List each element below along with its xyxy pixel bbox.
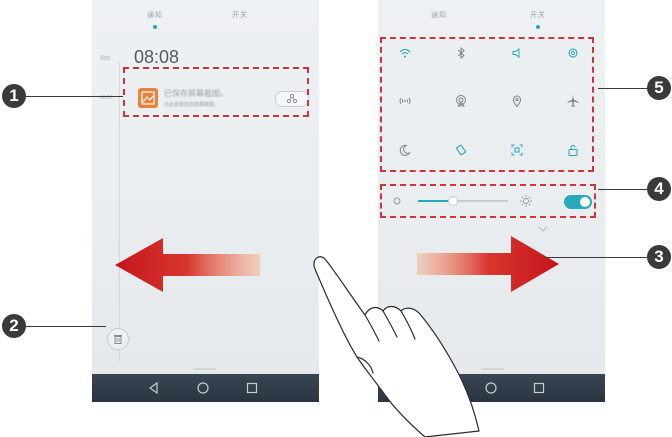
callout-2-line xyxy=(26,326,106,327)
trash-icon xyxy=(114,335,122,344)
location-icon[interactable] xyxy=(510,94,524,108)
callout-5-line xyxy=(598,88,647,89)
date-label: 周四 xyxy=(100,56,111,62)
home-icon[interactable] xyxy=(195,380,211,396)
sound-icon[interactable] xyxy=(510,46,524,60)
airplane-mode-icon[interactable] xyxy=(566,94,580,108)
callout-4-line xyxy=(598,189,647,190)
highlight-notification xyxy=(123,67,309,117)
brightness-low-icon xyxy=(393,197,401,205)
recents-icon[interactable] xyxy=(531,380,547,396)
back-icon[interactable] xyxy=(146,380,162,396)
left-phone-screen: 通知 开关 周四 08:08 08:07 已保存屏幕截图。 点击查看您的屏幕截图… xyxy=(92,0,319,402)
home-icon[interactable] xyxy=(483,380,499,396)
swiping-hand-illustration xyxy=(313,256,480,437)
tab-switches[interactable]: 开关 xyxy=(210,10,270,20)
navigation-bar xyxy=(92,374,319,402)
tab-bar: 通知 开关 xyxy=(92,10,319,30)
toggle-knob xyxy=(580,197,590,207)
brightness-slider-fill xyxy=(418,200,453,202)
tab-notifications[interactable]: 通知 xyxy=(409,10,469,20)
brightness-high-icon xyxy=(520,195,532,207)
tab-switches[interactable]: 开关 xyxy=(508,10,568,20)
do-not-disturb-icon[interactable] xyxy=(398,143,412,157)
hotspot-icon[interactable] xyxy=(398,94,412,108)
screenshot-icon[interactable] xyxy=(510,143,524,157)
drag-handle[interactable] xyxy=(482,368,504,370)
settings-icon[interactable] xyxy=(566,46,580,60)
tab-bar: 通知 开关 xyxy=(378,10,605,30)
callout-3: 3 xyxy=(647,245,671,269)
chevron-down-icon[interactable] xyxy=(538,226,548,232)
drag-handle[interactable] xyxy=(194,368,216,370)
clock-time: 08:08 xyxy=(134,47,180,67)
auto-brightness-toggle[interactable] xyxy=(564,195,592,209)
callout-5: 5 xyxy=(647,76,671,100)
lock-screen-icon[interactable] xyxy=(566,143,580,157)
callout-3-line xyxy=(545,257,647,258)
callout-4: 4 xyxy=(647,177,671,201)
wireless-projection-icon[interactable] xyxy=(454,94,468,108)
active-tab-indicator xyxy=(536,25,540,29)
auto-rotate-icon[interactable] xyxy=(454,143,468,157)
callout-1-line xyxy=(26,96,123,97)
recents-icon[interactable] xyxy=(244,380,260,396)
bluetooth-icon[interactable] xyxy=(454,46,468,60)
active-tab-indicator xyxy=(153,25,157,29)
highlight-quick-settings xyxy=(380,37,594,172)
tab-notifications[interactable]: 通知 xyxy=(125,10,185,20)
delete-all-button[interactable] xyxy=(107,328,129,350)
wifi-icon[interactable] xyxy=(398,46,412,60)
callout-2: 2 xyxy=(2,314,26,338)
swipe-left-arrow xyxy=(115,238,260,292)
callout-1: 1 xyxy=(2,84,26,108)
timeline-line xyxy=(119,62,120,362)
